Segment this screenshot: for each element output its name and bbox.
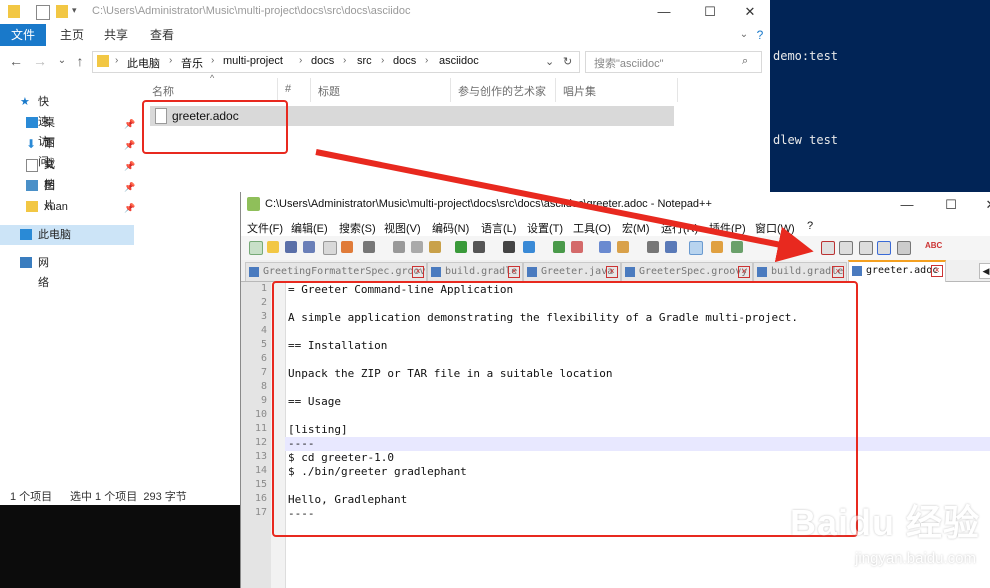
red-arrow-icon: [315, 149, 814, 263]
baidu-watermark: Baidu 经验 jingyan.baidu.com: [744, 488, 984, 588]
watermark-url: jingyan.baidu.com: [855, 550, 976, 567]
watermark-brand: Baidu 经验: [789, 502, 980, 543]
